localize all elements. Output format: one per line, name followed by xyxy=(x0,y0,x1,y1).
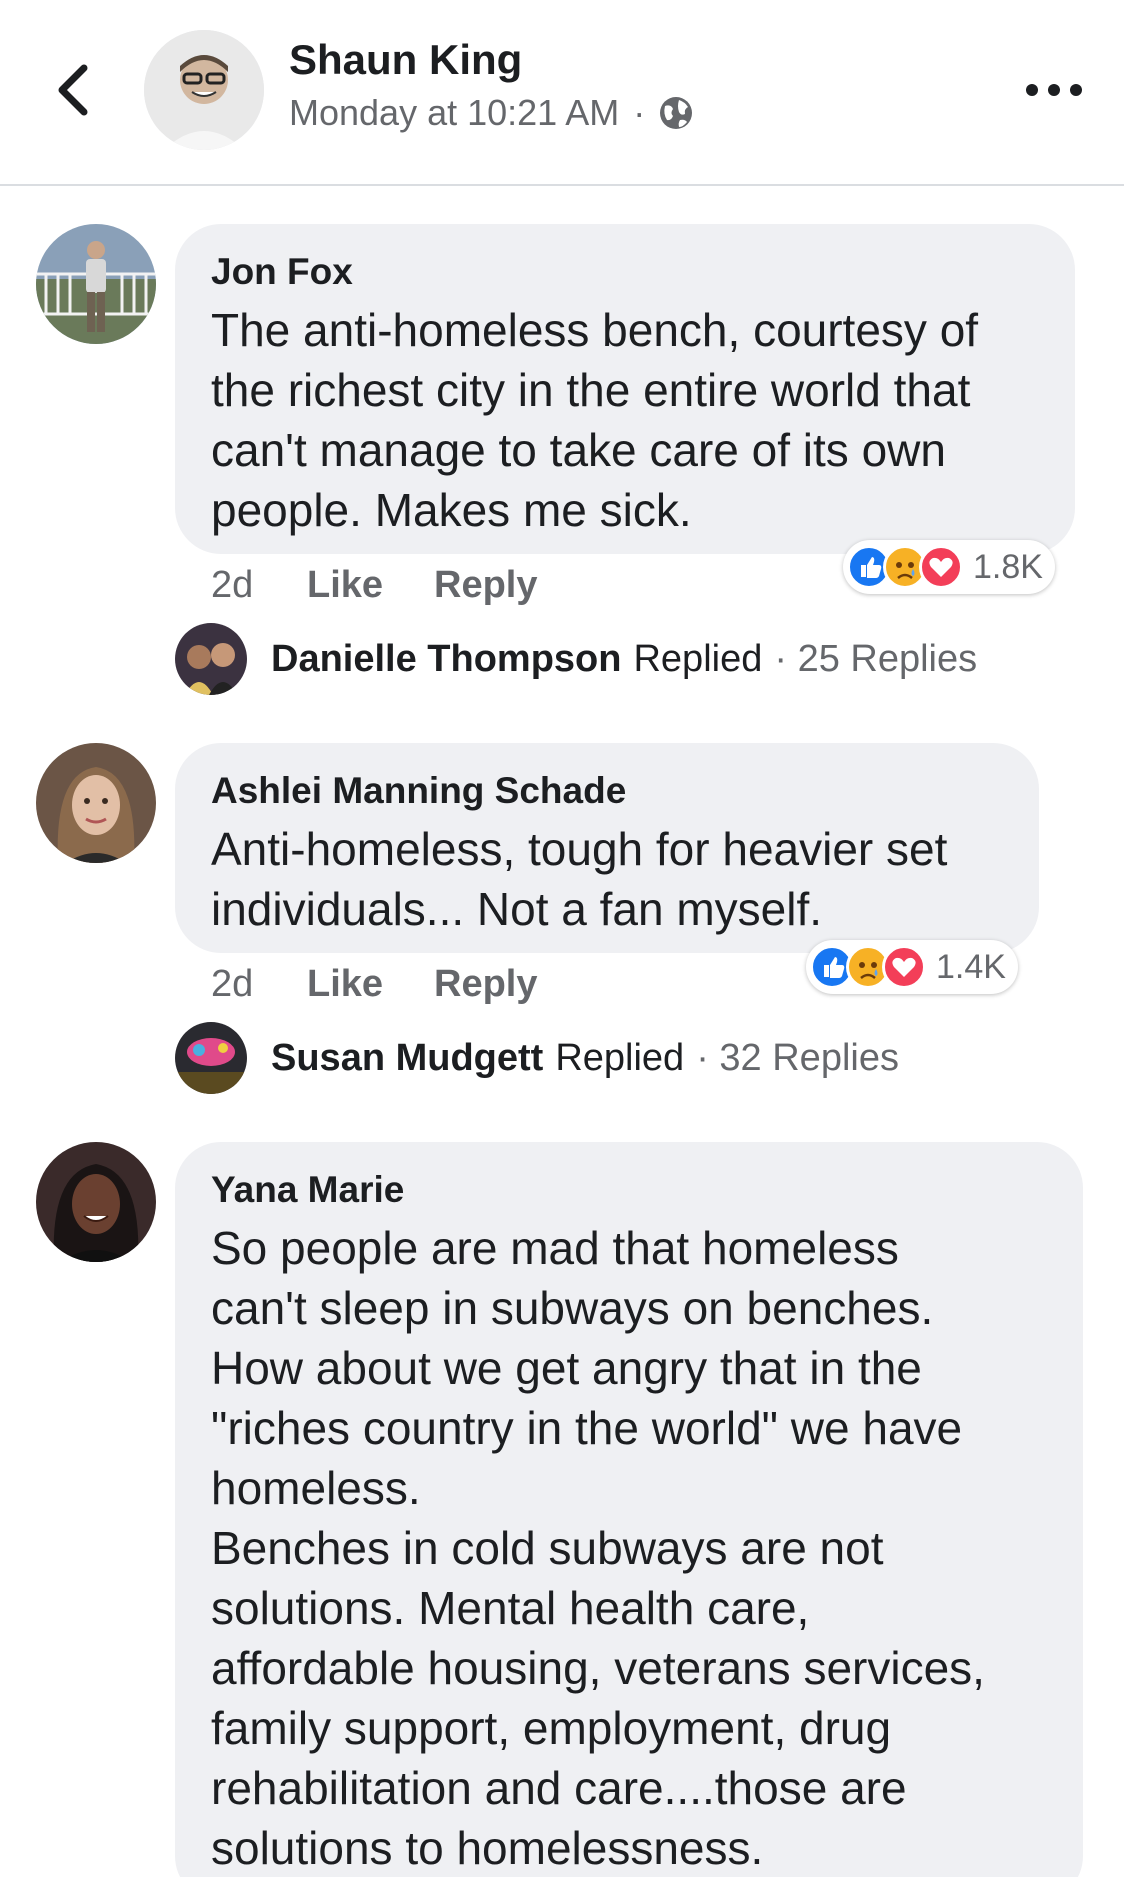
back-button[interactable] xyxy=(44,58,100,122)
comment-author[interactable]: Jon Fox xyxy=(211,250,1039,294)
reactions-summary[interactable]: 1.4K xyxy=(806,940,1018,994)
replies-summary[interactable]: Susan Mudgett Replied · 32 Replies xyxy=(175,1022,899,1094)
globe-icon xyxy=(660,97,693,129)
comment-line: Benches in cold subways are not xyxy=(211,1522,884,1574)
replier-avatar xyxy=(175,623,247,695)
commenter-avatar-jon-fox[interactable] xyxy=(36,224,156,344)
comment-line: How about we get angry that in the xyxy=(211,1342,922,1394)
replier-name: Susan Mudgett xyxy=(271,1036,544,1079)
commenter-avatar-yana-marie[interactable] xyxy=(36,1142,156,1262)
comment-author[interactable]: Yana Marie xyxy=(211,1168,1047,1212)
comment-bubble[interactable]: Jon Fox The anti-homeless bench, courtes… xyxy=(175,224,1075,554)
comment-line: family support, employment, drug xyxy=(211,1702,892,1754)
comment-bubble[interactable]: Yana Marie So people are mad that homele… xyxy=(175,1142,1083,1877)
post-author-name[interactable]: Shaun King xyxy=(289,36,522,84)
replies-summary[interactable]: Danielle Thompson Replied · 25 Replies xyxy=(175,623,977,695)
comment-actions: 2d Like Reply xyxy=(211,963,537,1006)
comment-age: 2d xyxy=(211,564,254,606)
chevron-left-icon xyxy=(58,64,88,116)
comment-text: The anti-homeless bench, courtesy of the… xyxy=(211,304,979,536)
post-meta: Monday at 10:21 AM · xyxy=(289,92,695,134)
love-reaction-icon xyxy=(919,545,963,589)
like-button[interactable]: Like xyxy=(307,963,434,1006)
comment-age: 2d xyxy=(211,963,254,1005)
more-dot xyxy=(1070,84,1082,96)
reaction-count: 1.4K xyxy=(936,947,1006,986)
author-avatar[interactable] xyxy=(144,30,264,150)
replied-label: Replied xyxy=(633,637,763,680)
comment-line: "riches country in the world" we have xyxy=(211,1402,963,1454)
comment-text: So people are mad that homeless can't sl… xyxy=(211,1218,1047,1877)
replier-name: Danielle Thompson xyxy=(271,637,622,680)
comment-author[interactable]: Ashlei Manning Schade xyxy=(211,769,1003,813)
reactions-summary[interactable]: 1.8K xyxy=(843,540,1055,594)
comment-text: Anti-homeless, tough for heavier set ind… xyxy=(211,823,948,935)
comment-line: homeless. xyxy=(211,1462,421,1514)
replier-avatar xyxy=(175,1022,247,1094)
post-timestamp: Monday at 10:21 AM xyxy=(289,92,620,133)
comment-line: So people are mad that homeless xyxy=(211,1222,899,1274)
comment-line: can't sleep in subways on benches. xyxy=(211,1282,934,1334)
meta-separator: · xyxy=(633,92,646,133)
more-dot xyxy=(1048,84,1060,96)
commenter-avatar-ashlei[interactable] xyxy=(36,743,156,863)
reply-count: · 25 Replies xyxy=(774,637,978,680)
comment-line: rehabilitation and care....those are xyxy=(211,1762,907,1814)
love-reaction-icon xyxy=(882,945,926,989)
comment-line: solutions to homelessness. xyxy=(211,1822,764,1874)
post-header: Shaun King Monday at 10:21 AM · xyxy=(0,0,1124,186)
reply-count: · 32 Replies xyxy=(696,1036,899,1079)
reaction-count: 1.8K xyxy=(973,547,1043,586)
more-horizontal-icon xyxy=(1026,84,1038,96)
replied-label: Replied xyxy=(555,1036,685,1079)
comment-actions: 2d Like Reply xyxy=(211,564,537,607)
like-button[interactable]: Like xyxy=(307,564,434,607)
comment-line: solutions. Mental health care, xyxy=(211,1582,810,1634)
comment-bubble[interactable]: Ashlei Manning Schade Anti-homeless, tou… xyxy=(175,743,1039,953)
more-options-button[interactable] xyxy=(1026,72,1082,108)
reply-button[interactable]: Reply xyxy=(434,564,537,607)
reply-button[interactable]: Reply xyxy=(434,963,537,1006)
comment-line: affordable housing, veterans services, xyxy=(211,1642,985,1694)
post-comments-screen: Shaun King Monday at 10:21 AM · Jon Fox … xyxy=(0,0,1124,1877)
